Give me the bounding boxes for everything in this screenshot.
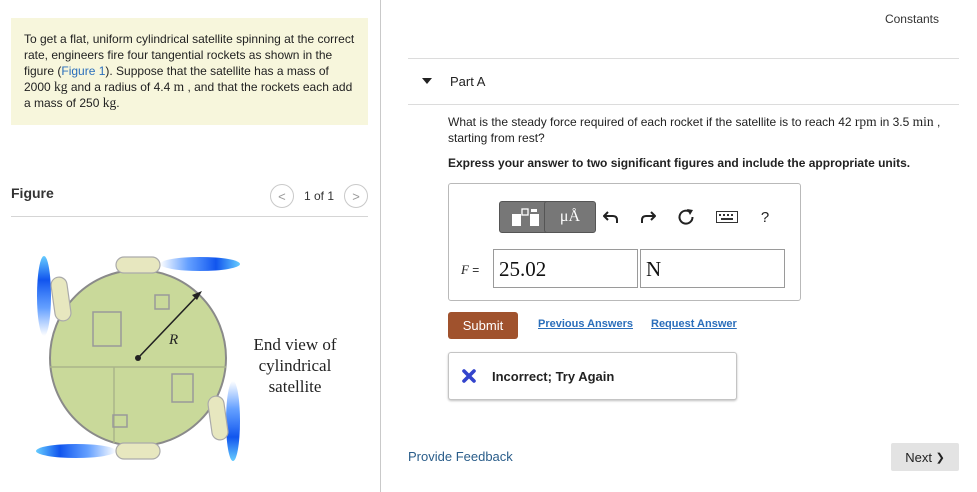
figure-link[interactable]: Figure 1 — [61, 64, 105, 78]
feedback-status: Incorrect; Try Again — [492, 369, 615, 384]
answer-value-input[interactable]: 25.02 — [493, 249, 638, 288]
help-icon: ? — [760, 208, 770, 226]
submit-button[interactable]: Submit — [448, 312, 518, 339]
left-pane: To get a flat, uniform cylindrical satel… — [0, 0, 380, 492]
figure-prev-button[interactable]: < — [269, 184, 294, 208]
center-dot — [135, 355, 141, 361]
unit-kg-2: kg — [102, 95, 117, 110]
figure-title: Figure — [11, 185, 54, 201]
answer-box: μÅ ? F = 25.02 N — [448, 183, 801, 301]
rocket-flame-bottom — [36, 444, 116, 458]
question-text-1: What is the steady force required of eac… — [448, 115, 855, 129]
reset-button[interactable] — [674, 204, 698, 230]
caption-line: satellite — [268, 377, 322, 396]
answer-variable-label: F = — [461, 262, 479, 278]
figure-page-count: 1 of 1 — [303, 189, 334, 203]
figure-pager: < 1 of 1 > — [269, 184, 368, 208]
unit-rpm: rpm — [854, 114, 877, 129]
reset-icon — [678, 209, 694, 225]
caption-line: cylindrical — [258, 356, 332, 375]
problem-text-5: . — [116, 96, 120, 110]
units-button[interactable]: μÅ — [544, 201, 596, 233]
previous-answers-link[interactable]: Previous Answers — [538, 318, 633, 330]
problem-statement: To get a flat, uniform cylindrical satel… — [11, 18, 368, 125]
next-button-label: Next — [905, 449, 932, 465]
answer-variable: F — [461, 262, 469, 277]
figure-header: Figure < 1 of 1 > — [11, 183, 368, 217]
pane-divider — [380, 0, 381, 492]
unit-m: m — [173, 79, 185, 94]
question-text: What is the steady force required of eac… — [448, 114, 963, 146]
collapse-arrow-icon[interactable] — [422, 78, 432, 84]
radius-label: R — [168, 332, 178, 348]
unit-min: min — [912, 114, 934, 129]
units-button-label: μÅ — [559, 208, 581, 225]
undo-button[interactable] — [599, 204, 623, 230]
answer-instruction: Express your answer to two significant f… — [448, 156, 911, 170]
rocket-top — [115, 256, 161, 274]
figure-next-button[interactable]: > — [344, 184, 368, 208]
problem-text-3: and a radius of 4.4 — [67, 80, 174, 94]
rocket-flame-right — [226, 381, 240, 461]
incorrect-feedback: Incorrect; Try Again — [448, 352, 737, 400]
caption-line: End view of — [253, 335, 337, 354]
templates-icon — [512, 208, 539, 226]
keyboard-button[interactable] — [712, 204, 742, 230]
redo-button[interactable] — [636, 204, 660, 230]
answer-units-input[interactable]: N — [640, 249, 785, 288]
figure-caption: End view of cylindrical satellite — [244, 334, 346, 397]
rocket-bottom — [115, 442, 161, 460]
answer-equals: = — [468, 263, 480, 277]
next-button[interactable]: Next ❯ — [891, 443, 959, 471]
question-text-2: in 3.5 — [876, 115, 913, 129]
rocket-right — [207, 395, 229, 441]
rocket-flame-left — [37, 256, 51, 336]
redo-icon — [641, 211, 656, 223]
chevron-right-icon: ❯ — [935, 451, 945, 464]
rocket-flame-top — [160, 257, 240, 271]
satellite-diagram: R — [36, 256, 240, 461]
incorrect-x-icon — [462, 369, 476, 383]
keyboard-icon — [716, 211, 738, 223]
part-title: Part A — [450, 74, 486, 89]
unit-kg: kg — [54, 79, 68, 94]
part-a-header[interactable]: Part A — [408, 58, 959, 105]
rocket-left — [50, 276, 72, 322]
provide-feedback-link[interactable]: Provide Feedback — [408, 449, 513, 464]
undo-icon — [603, 211, 618, 223]
help-button[interactable]: ? — [753, 204, 777, 230]
request-answer-link[interactable]: Request Answer — [651, 318, 737, 330]
constants-link[interactable]: Constants — [885, 12, 939, 26]
